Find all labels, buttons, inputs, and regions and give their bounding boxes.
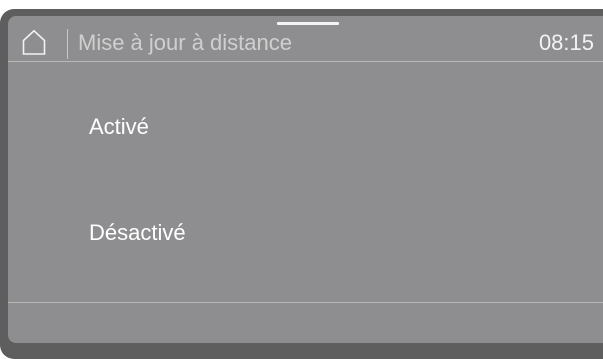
option-enabled-label: Activé bbox=[89, 114, 149, 139]
option-enabled[interactable]: Activé bbox=[8, 86, 603, 166]
status-bar: Mise à jour à distance 08:15 bbox=[8, 16, 603, 62]
option-disabled[interactable]: Désactivé bbox=[8, 194, 603, 274]
page-title: Mise à jour à distance bbox=[78, 30, 292, 55]
footer-divider bbox=[8, 302, 603, 303]
home-icon[interactable] bbox=[22, 29, 46, 55]
clock: 08:15 bbox=[538, 30, 594, 55]
header-divider bbox=[8, 61, 603, 62]
display-screen: Mise à jour à distance 08:15 Activé Désa… bbox=[8, 16, 603, 343]
title-divider bbox=[67, 29, 68, 59]
option-disabled-label: Désactivé bbox=[89, 220, 186, 245]
